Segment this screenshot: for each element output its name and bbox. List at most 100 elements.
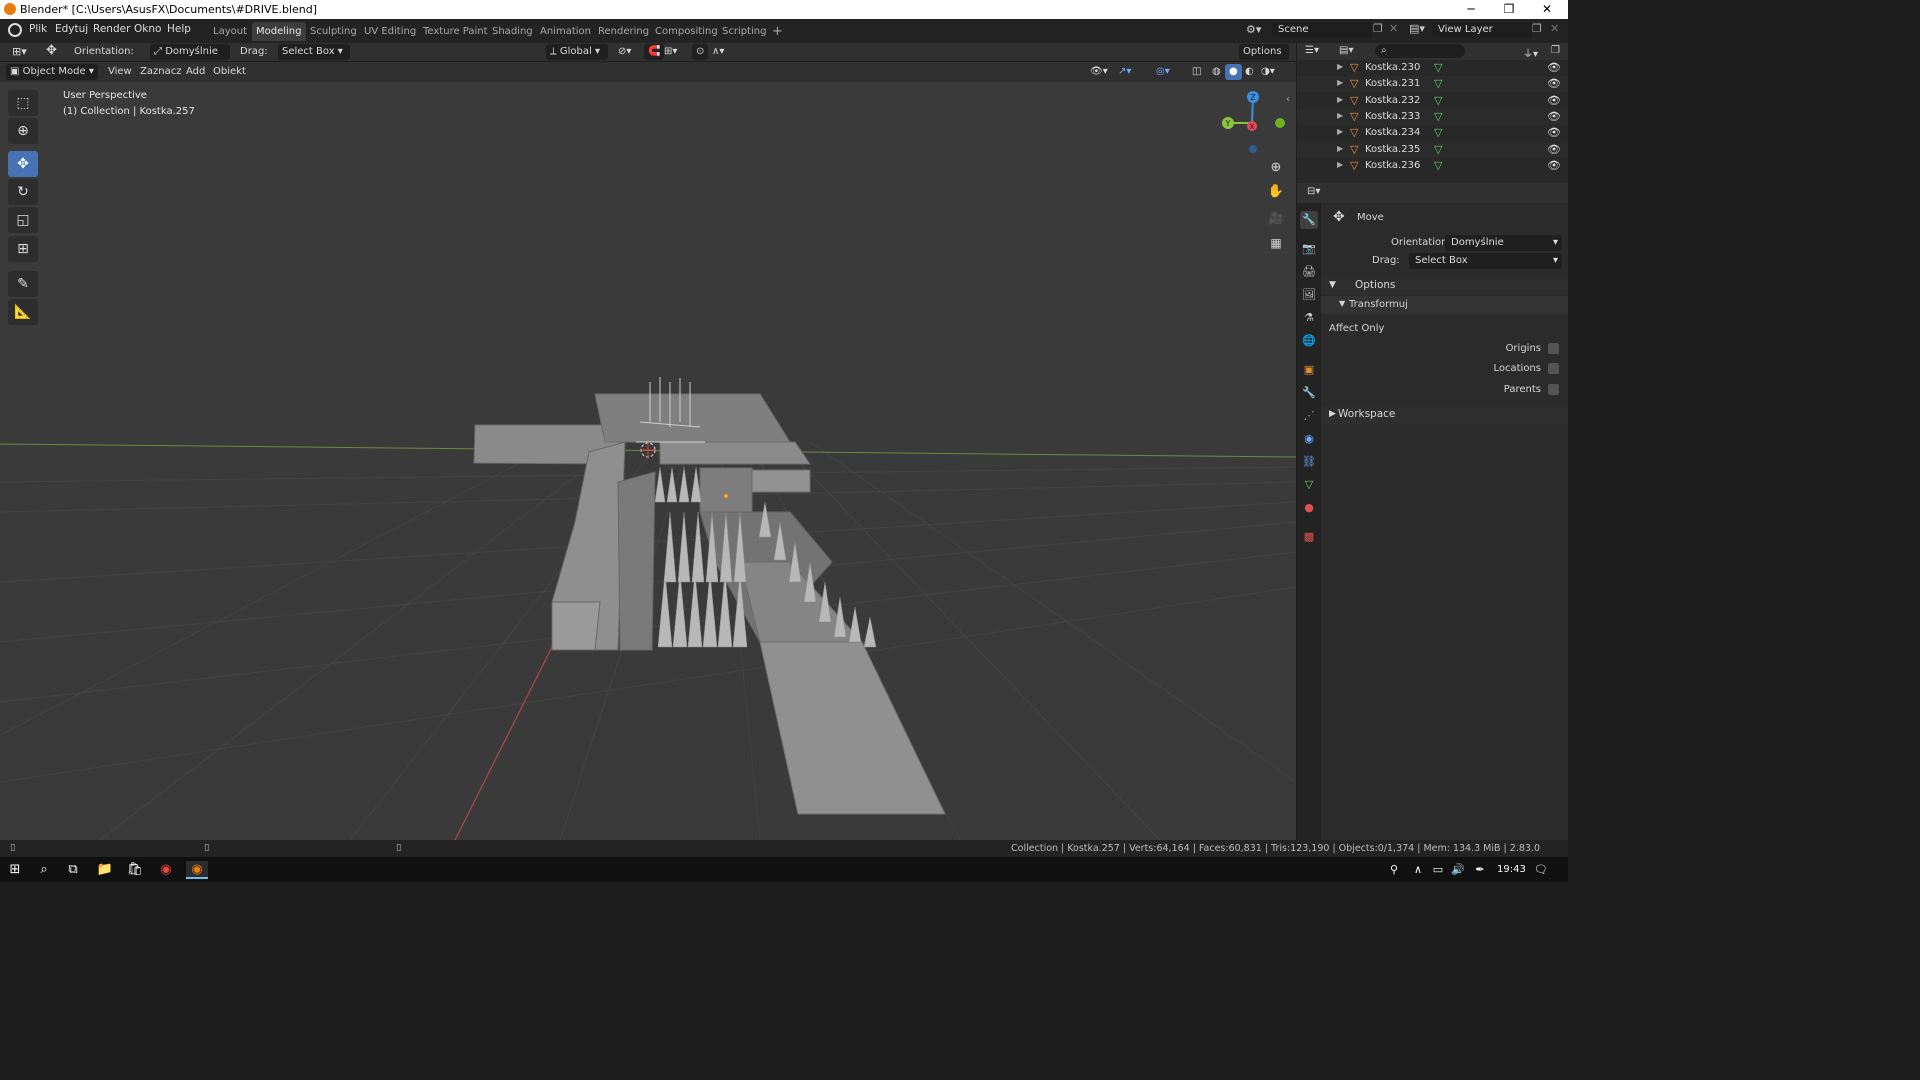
camera-view-icon[interactable]: 🎥 (1266, 208, 1286, 228)
options-panel-header[interactable]: ▼ Options (1321, 277, 1568, 295)
proportional-edit-icon[interactable]: ⊙ (692, 44, 709, 60)
3d-viewport[interactable]: User Perspective (1) Collection | Kostka… (0, 82, 1296, 840)
menu-plik[interactable]: Plik (29, 23, 47, 35)
blender-taskbar-icon[interactable]: ◉ (186, 861, 208, 879)
new-collection-icon[interactable]: ❐ (1551, 45, 1560, 56)
outliner-item[interactable]: ▶ ▽ Kostka.236 ▽ 👁 (1297, 157, 1568, 174)
orientation-dropdown[interactable]: ⤢ Domyślnie ▾ (150, 44, 230, 73)
snap-target-icon[interactable]: ⊞▾ (660, 44, 681, 60)
navigation-gizmo[interactable]: Z Y X (1216, 88, 1296, 168)
data-tab-icon[interactable]: ▽ (1300, 476, 1318, 494)
expand-arrow-icon[interactable]: ▶ (1337, 95, 1343, 104)
pan-hand-icon[interactable]: ✋ (1266, 182, 1286, 202)
close-button[interactable]: ✕ (1528, 0, 1566, 19)
tab-layout[interactable]: Layout (209, 22, 251, 41)
mode-dropdown[interactable]: ▣ Object Mode ▾ (6, 64, 98, 80)
constraints-tab-icon[interactable]: ⛓ (1300, 453, 1318, 471)
xray-toggle-icon[interactable]: ◫ (1188, 64, 1205, 80)
minimize-button[interactable]: ─ (1452, 0, 1490, 19)
menu-edytuj[interactable]: Edytuj (55, 23, 88, 35)
network-icon[interactable]: ▭ (1428, 861, 1448, 879)
eye-icon[interactable]: 👁 (1547, 94, 1561, 107)
outliner-item[interactable]: ▶ ▽ Kostka.231 ▽ 👁 (1297, 76, 1568, 93)
eye-icon[interactable]: 👁 (1547, 126, 1561, 139)
tab-scripting[interactable]: Scripting (718, 22, 770, 41)
tab-texture-paint[interactable]: Texture Paint (419, 22, 492, 41)
tab-sculpting[interactable]: Sculpting (306, 22, 361, 41)
expand-arrow-icon[interactable]: ▶ (1337, 62, 1343, 71)
render-tab-icon[interactable]: 📷 (1300, 240, 1318, 258)
maximize-button[interactable]: ❐ (1490, 0, 1528, 19)
pen-icon[interactable]: ✒ (1470, 861, 1490, 879)
expand-arrow-icon[interactable]: ▶ (1337, 111, 1343, 120)
output-tab-icon[interactable]: 🖨 (1300, 263, 1318, 281)
prop-orientation-dropdown[interactable]: Domyślnie ▾ (1445, 235, 1562, 251)
solid-shading-icon[interactable]: ● (1225, 64, 1242, 80)
notifications-icon[interactable]: 🗨 (1531, 861, 1551, 879)
view-menu[interactable]: View (104, 64, 136, 80)
workspace-panel-header[interactable]: ▶ Workspace (1321, 406, 1568, 424)
view-layer-field[interactable]: View Layer (1432, 22, 1532, 38)
add-workspace-icon[interactable]: + (768, 22, 787, 41)
outliner-item[interactable]: ▶ ▽ Kostka.230 ▽ 👁 (1297, 60, 1568, 76)
outliner-item[interactable]: ▶ ▽ Kostka.232 ▽ 👁 (1297, 92, 1568, 109)
search-taskbar-icon[interactable]: ⌕ (34, 861, 54, 879)
delete-view-layer-icon[interactable]: ✕ (1550, 22, 1559, 35)
scene-name-field[interactable]: Scene (1272, 22, 1372, 38)
eye-icon[interactable]: 👁 (1547, 143, 1561, 156)
eye-icon[interactable]: 👁 (1547, 61, 1561, 74)
expand-arrow-icon[interactable]: ▶ (1337, 144, 1343, 153)
tab-rendering[interactable]: Rendering (594, 22, 653, 41)
modifier-tab-icon[interactable]: 🔧 (1300, 384, 1318, 402)
visibility-icon[interactable]: 👁▾ (1086, 64, 1112, 80)
select-menu[interactable]: Zaznacz (136, 64, 185, 80)
texture-tab-icon[interactable]: ▩ (1300, 528, 1318, 546)
gizmo-toggle-icon[interactable]: ↗▾ (1114, 64, 1135, 80)
transform-subpanel-header[interactable]: ▼ Transformuj (1321, 296, 1568, 314)
outliner-item[interactable]: ▶ ▽ Kostka.234 ▽ 👁 (1297, 125, 1568, 142)
object-tab-icon[interactable]: ▣ (1300, 361, 1318, 379)
object-menu[interactable]: Obiekt (209, 64, 250, 80)
volume-icon[interactable]: 🔊 (1448, 861, 1468, 879)
new-view-layer-icon[interactable]: ❐ (1532, 22, 1542, 35)
eye-icon[interactable]: 👁 (1547, 77, 1561, 90)
windows-start-icon[interactable]: ⊞ (5, 861, 25, 879)
editor-type-icon[interactable]: ⊞▾ (8, 44, 31, 60)
particles-tab-icon[interactable]: ⋰ (1300, 407, 1318, 425)
drag-dropdown[interactable]: Select Box ▾ (278, 44, 350, 60)
eye-icon[interactable]: 👁 (1547, 159, 1561, 172)
rotate-tool-icon[interactable]: ↻ (8, 179, 38, 205)
clock-time[interactable]: 19:43 (1497, 864, 1526, 875)
store-icon[interactable]: 🛍 (125, 861, 145, 879)
chrome-icon[interactable]: ◉ (156, 861, 176, 879)
view-layer-tab-icon[interactable]: 🖼 (1300, 286, 1318, 304)
filter-icon[interactable]: ⏚▾ (1523, 45, 1538, 60)
outliner-item[interactable]: ▶ ▽ Kostka.233 ▽ 👁 (1297, 108, 1568, 125)
physics-tab-icon[interactable]: ◉ (1300, 430, 1318, 448)
locations-checkbox[interactable] (1548, 363, 1559, 374)
annotate-tool-icon[interactable]: ✎ (8, 271, 38, 297)
tab-compositing[interactable]: Compositing (651, 22, 722, 41)
origins-checkbox[interactable] (1548, 343, 1559, 354)
prop-drag-dropdown[interactable]: Select Box ▾ (1409, 253, 1562, 269)
world-tab-icon[interactable]: 🌐 (1300, 332, 1318, 350)
file-explorer-icon[interactable]: 📁 (95, 861, 115, 879)
outliner-search-input[interactable]: ⌕ (1375, 44, 1465, 58)
tab-uv-editing[interactable]: UV Editing (360, 22, 420, 41)
properties-editor-icon[interactable]: ⊟▾ (1307, 186, 1320, 197)
people-icon[interactable]: ⚲ (1384, 861, 1404, 879)
parents-checkbox[interactable] (1548, 384, 1559, 395)
cursor-tool-icon[interactable]: ⊕ (8, 118, 38, 144)
tab-animation[interactable]: Animation (536, 22, 595, 41)
wireframe-shading-icon[interactable]: ◍ (1208, 64, 1225, 80)
move-tool-button-icon[interactable]: ✥ (8, 151, 38, 177)
menu-okno[interactable]: Okno (134, 23, 161, 35)
blender-menu-icon[interactable] (8, 23, 22, 37)
tab-modeling[interactable]: Modeling (252, 22, 306, 41)
expand-arrow-icon[interactable]: ▶ (1337, 127, 1343, 136)
eye-icon[interactable]: 👁 (1547, 110, 1561, 123)
new-scene-icon[interactable]: ❐ (1373, 22, 1383, 35)
tab-shading[interactable]: Shading (488, 22, 537, 41)
scale-tool-icon[interactable]: ◱ (8, 207, 38, 233)
outliner-editor-icon[interactable]: ☰▾ (1305, 45, 1319, 56)
